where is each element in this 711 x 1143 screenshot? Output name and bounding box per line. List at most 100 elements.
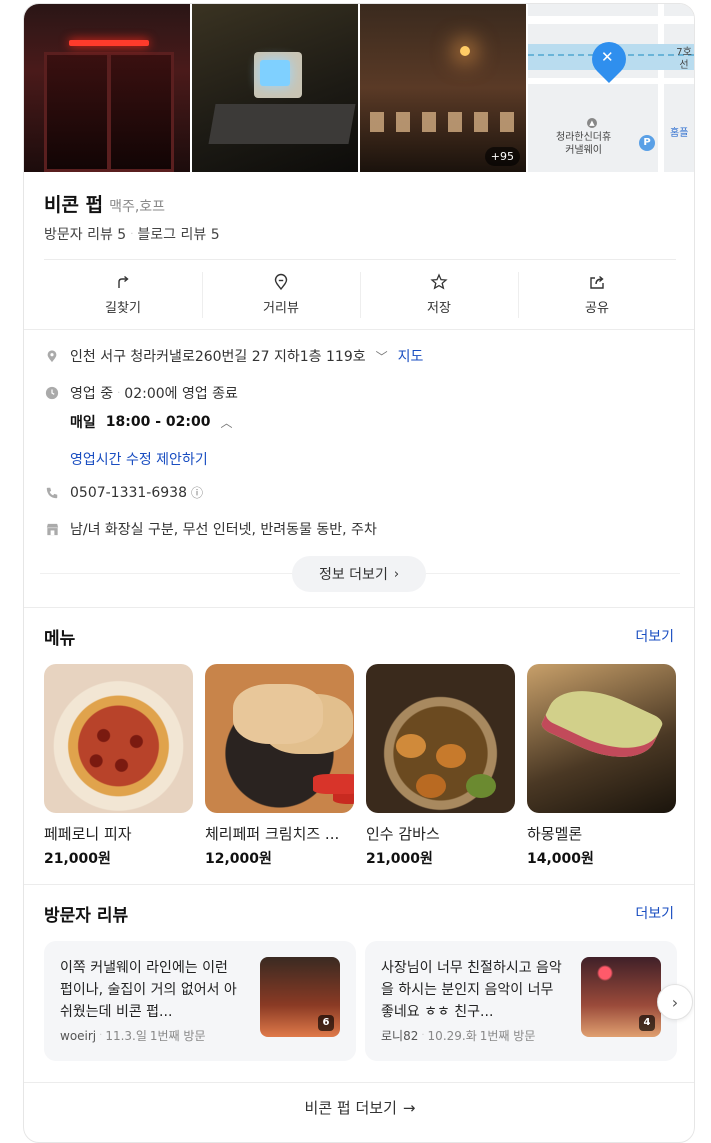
location-pin-icon: [44, 348, 60, 364]
more-info-label: 정보 더보기: [318, 567, 388, 583]
menu-item[interactable]: 하몽멜론 14,000원: [527, 664, 676, 868]
review-author: 로니82: [381, 1029, 419, 1043]
menu-item-name: 하몽멜론: [527, 825, 583, 843]
divider: [24, 607, 694, 608]
menu-item-price: 14,000원: [527, 851, 594, 867]
clock-icon: [44, 385, 60, 401]
review-date: 11.3.일: [105, 1029, 147, 1043]
street-view-icon: [274, 273, 288, 291]
share-label: 공유: [585, 301, 609, 316]
carousel-next-button[interactable]: ›: [657, 984, 693, 1020]
dot-separator: ·: [99, 1030, 103, 1041]
photo-count-badge: +95: [484, 147, 520, 166]
dot-separator: ·: [421, 1030, 425, 1041]
dot-separator: ·: [117, 387, 121, 399]
review-visit: 1번째 방문: [479, 1029, 536, 1043]
tv-shape: [254, 52, 302, 98]
menu-photo: [527, 664, 676, 813]
review-card[interactable]: 사장님이 너무 친절하시고 음악을 하시는 분인지 음악이 너무 좋네요 ㅎㅎ …: [365, 941, 677, 1061]
reviews-title: 방문자 리뷰: [44, 906, 129, 926]
store-icon: [44, 521, 60, 537]
parking-icon: P: [639, 135, 655, 151]
amenities-text: 남/녀 화장실 구분, 무선 인터넷, 반려동물 동반, 주차: [70, 522, 377, 538]
chevron-right-icon: ›: [393, 566, 400, 582]
directions-icon: [118, 275, 129, 288]
suggest-hours-row: 영업시간 수정 제안하기: [70, 449, 694, 469]
phone-number[interactable]: 0507-1331-6938: [70, 485, 187, 501]
place-category: 맥주,호프: [109, 199, 166, 215]
review-photo-count: 4: [639, 1015, 655, 1031]
place-name[interactable]: 비콘 펍: [44, 190, 103, 217]
status-row: 영업 중 · 02:00에 영업 종료: [44, 383, 676, 403]
phone-icon: [44, 485, 60, 501]
share-icon: [590, 275, 604, 289]
blog-review-count[interactable]: 블로그 리뷰 5: [137, 224, 219, 244]
menu-item-price: 21,000원: [366, 851, 433, 867]
chevron-up-icon[interactable]: ︿: [220, 414, 232, 431]
map-building-label: 청라한신더휴 커낼웨이: [556, 132, 612, 156]
title-row: 비콘 펍 맥주,호프: [44, 190, 165, 217]
map-road: [528, 16, 694, 24]
suggest-hours-link[interactable]: 영업시간 수정 제안하기: [70, 449, 208, 469]
menu-item[interactable]: 페페로니 피자 21,000원: [44, 664, 193, 868]
review-text: 사장님이 너무 친절하시고 음악을 하시는 분인지 음악이 너무 좋네요 ㅎㅎ …: [381, 960, 562, 1020]
menu-photo: [205, 664, 354, 813]
review-card[interactable]: 이쪽 커낼웨이 라인에는 이런 펍이나, 술집이 거의 없어서 아쉬웠는데 비콘…: [44, 941, 356, 1061]
place-more-label: 비콘 펍 더보기: [304, 1099, 397, 1117]
review-counts: 방문자 리뷰 5 · 블로그 리뷰 5: [44, 224, 220, 244]
neon-sign: [69, 40, 149, 46]
review-photo: 4: [581, 957, 661, 1037]
photo-interior-seating[interactable]: +95: [360, 4, 526, 172]
hours-range: 18:00 - 02:00: [105, 414, 211, 430]
directions-button[interactable]: 길찾기: [44, 260, 202, 329]
place-card: +95 7호선 ✕ ▲ 청라한신더휴 커낼웨이 P 홈플 비콘 펍 맥주,호프 …: [23, 3, 695, 1143]
close-time: 02:00에 영업 종료: [124, 386, 238, 402]
chevron-down-icon[interactable]: ﹀: [376, 348, 388, 365]
photo-storefront[interactable]: [24, 4, 190, 172]
photo-interior-tv[interactable]: [192, 4, 358, 172]
mini-map[interactable]: 7호선 ✕ ▲ 청라한신더휴 커낼웨이 P 홈플: [528, 4, 694, 172]
photo-strip: +95 7호선 ✕ ▲ 청라한신더휴 커낼웨이 P 홈플: [24, 4, 694, 172]
reviews-more-link[interactable]: 더보기: [635, 903, 674, 923]
open-status: 영업 중: [70, 386, 114, 402]
directions-label: 길찾기: [105, 301, 141, 316]
save-button[interactable]: 저장: [360, 260, 518, 329]
place-more-button[interactable]: 비콘 펍 더보기 →: [24, 1082, 694, 1132]
street-view-button[interactable]: 거리뷰: [202, 260, 360, 329]
visitor-review-count[interactable]: 방문자 리뷰 5: [44, 224, 126, 244]
review-date: 10.29.화: [427, 1029, 477, 1043]
lamp-shape: [460, 46, 470, 56]
street-view-label: 거리뷰: [263, 301, 299, 316]
menu-item-price: 12,000원: [205, 851, 272, 867]
menu-photo: [366, 664, 515, 813]
share-button[interactable]: 공유: [518, 260, 676, 329]
door-shape: [44, 52, 174, 172]
menu-item[interactable]: 인수 감바스 21,000원: [366, 664, 515, 868]
dot-separator: ·: [130, 228, 134, 240]
review-carousel: 이쪽 커낼웨이 라인에는 이런 펍이나, 술집이 거의 없어서 아쉬웠는데 비콘…: [44, 941, 694, 1061]
amenities-row: 남/녀 화장실 구분, 무선 인터넷, 반려동물 동반, 주차: [44, 519, 676, 539]
info-circle-icon[interactable]: ⓘ: [191, 484, 203, 501]
hours-row[interactable]: 매일 18:00 - 02:00 ︿: [70, 412, 694, 432]
building-icon: ▲: [587, 118, 597, 128]
table-shape: [208, 104, 356, 144]
divider: [24, 884, 694, 885]
review-visit: 1번째 방문: [149, 1029, 206, 1043]
menu-item-price: 21,000원: [44, 851, 111, 867]
divider: [24, 329, 694, 330]
star-icon: [430, 273, 448, 290]
review-author: woeirj: [60, 1028, 97, 1043]
more-info-button[interactable]: 정보 더보기 ›: [292, 556, 426, 592]
menu-photo: [44, 664, 193, 813]
arrow-right-icon: →: [402, 1098, 416, 1117]
review-text: 이쪽 커낼웨이 라인에는 이런 펍이나, 술집이 거의 없어서 아쉬웠는데 비콘…: [60, 960, 237, 1020]
menu-item[interactable]: 체리페퍼 크림치즈 ... 12,000원: [205, 664, 354, 868]
menu-item-name: 체리페퍼 크림치즈 ...: [205, 825, 340, 843]
review-photo: 6: [260, 957, 340, 1037]
phone-row: 0507-1331-6938 ⓘ: [44, 484, 676, 501]
fork-knife-icon: ✕: [601, 48, 614, 66]
menu-more-link[interactable]: 더보기: [635, 626, 674, 646]
chairs-shape: [370, 112, 520, 132]
map-link[interactable]: 지도: [398, 346, 424, 366]
map-road: [658, 4, 664, 172]
